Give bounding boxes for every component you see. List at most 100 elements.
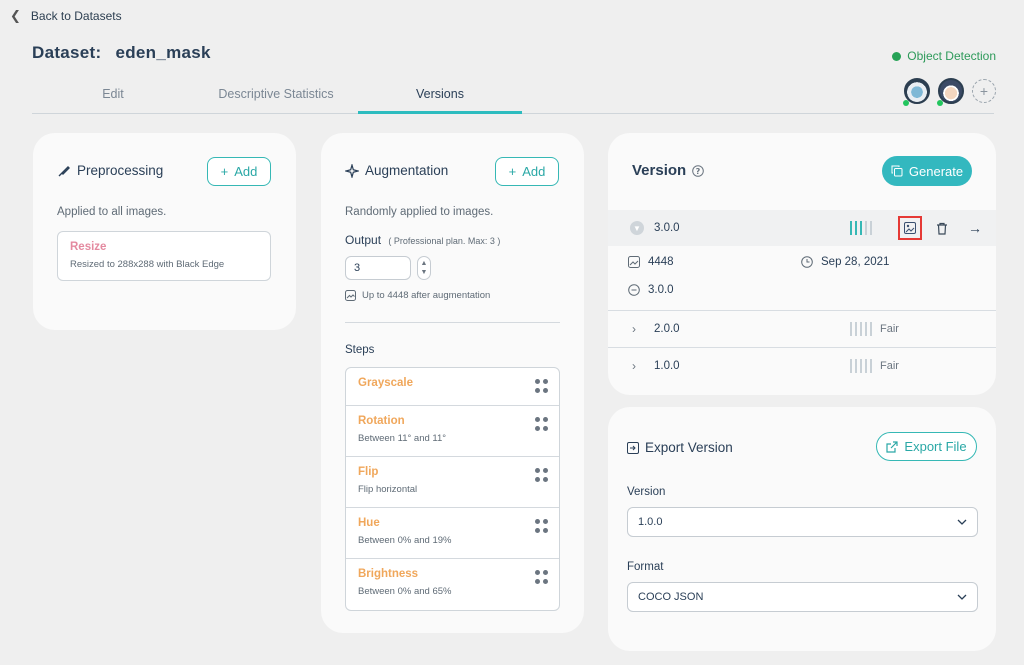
export-file-button[interactable]: Export File — [876, 432, 977, 461]
dataset-name: eden_mask — [115, 43, 211, 62]
step-grayscale[interactable]: Grayscale — [346, 368, 559, 406]
preprocessing-card: Preprocessing + Add Applied to all image… — [33, 133, 296, 330]
augmentation-card: Augmentation + Add Randomly applied to i… — [321, 133, 584, 633]
version-number: 3.0.0 — [654, 222, 680, 234]
step-name: Hue — [358, 517, 380, 529]
version-title: Version — [632, 162, 687, 179]
chevron-right-icon[interactable]: › — [632, 322, 636, 336]
image-grid-icon — [904, 222, 916, 234]
preprocessing-item-name: Resize — [70, 241, 107, 253]
drag-handle-icon[interactable] — [535, 519, 549, 533]
plus-icon: + — [508, 164, 517, 179]
format-select[interactable]: COCO JSON — [627, 582, 978, 612]
export-heading: Export Version — [627, 440, 733, 455]
drag-handle-icon[interactable] — [535, 379, 549, 393]
back-label: Back to Datasets — [30, 9, 122, 23]
step-desc: Between 0% and 19% — [358, 535, 452, 546]
help-icon[interactable]: ? — [692, 164, 705, 177]
format-select-label: Format — [627, 561, 664, 573]
online-indicator — [903, 100, 909, 106]
add-preprocessing-button[interactable]: + Add — [207, 157, 271, 186]
augmentation-heading: Augmentation — [345, 163, 448, 178]
clock-icon — [801, 256, 813, 268]
format-select-value: COCO JSON — [638, 591, 704, 603]
svg-text:?: ? — [696, 167, 701, 176]
version-number: 2.0.0 — [654, 322, 680, 335]
version-select[interactable]: 1.0.0 — [627, 507, 978, 537]
version-select-label: Version — [627, 486, 666, 498]
status-dot-icon — [892, 51, 902, 61]
step-brightness[interactable]: Brightness Between 0% and 65% — [346, 559, 559, 610]
title-label: Dataset: — [32, 43, 102, 62]
preprocessing-subtitle: Applied to all images. — [57, 206, 167, 218]
add-augmentation-button[interactable]: + Add — [495, 157, 559, 186]
base-version: 3.0.0 — [648, 284, 674, 296]
sparkle-icon — [345, 163, 359, 178]
add-augmentation-label: Add — [522, 164, 546, 179]
quality-bars — [850, 221, 872, 235]
version-icon — [628, 284, 640, 296]
external-link-icon — [886, 440, 899, 453]
divider — [345, 322, 560, 323]
drag-handle-icon[interactable] — [535, 468, 549, 482]
trash-icon[interactable] — [936, 222, 948, 235]
output-input[interactable]: 3 — [345, 256, 411, 280]
quality-label: Fair — [880, 322, 899, 335]
version-row-2[interactable]: › 2.0.0 Fair — [608, 310, 996, 346]
online-indicator — [937, 100, 943, 106]
tab-edit[interactable]: Edit — [32, 82, 194, 114]
preprocessing-item-desc: Resized to 288x288 with Black Edge — [70, 259, 225, 270]
preprocessing-item-resize[interactable]: Resize Resized to 288x288 with Black Edg… — [57, 231, 271, 281]
chevron-right-icon[interactable]: › — [632, 359, 636, 373]
copy-icon — [891, 165, 903, 177]
step-name: Flip — [358, 466, 379, 478]
export-file-label: Export File — [904, 439, 967, 454]
step-rotation[interactable]: Rotation Between 11° and 11° — [346, 406, 559, 457]
step-desc: Between 0% and 65% — [358, 586, 452, 597]
add-collaborator-button[interactable]: + — [972, 79, 996, 103]
step-desc: Flip horizontal — [358, 484, 418, 495]
augmentation-title: Augmentation — [365, 163, 449, 178]
plus-icon: + — [220, 164, 229, 179]
brush-icon — [57, 164, 71, 178]
chevron-down-icon — [957, 594, 967, 600]
export-title: Export Version — [645, 440, 733, 455]
steps-label: Steps — [345, 344, 375, 356]
step-hue[interactable]: Hue Between 0% and 19% — [346, 508, 559, 559]
version-row-3[interactable]: ▼ 3.0.0 → — [608, 210, 996, 246]
chevron-down-icon[interactable]: ▼ — [630, 221, 644, 235]
chevron-down-icon[interactable]: ▼ — [421, 268, 428, 277]
avatar[interactable] — [937, 78, 964, 106]
augmentation-note-text: Up to 4448 after augmentation — [362, 290, 491, 301]
drag-handle-icon[interactable] — [535, 417, 549, 431]
back-to-datasets-link[interactable]: ❮ Back to Datasets — [10, 8, 122, 24]
augmentation-note: Up to 4448 after augmentation — [345, 290, 490, 301]
output-stepper[interactable]: ▲ ▼ — [417, 256, 431, 280]
task-type-badge: Object Detection — [892, 49, 996, 63]
version-number: 1.0.0 — [654, 359, 680, 372]
avatar[interactable] — [903, 78, 930, 106]
add-preprocessing-label: Add — [234, 164, 258, 179]
tab-versions[interactable]: Versions — [358, 82, 522, 114]
step-name: Grayscale — [358, 377, 413, 389]
quality-label: Fair — [880, 359, 899, 372]
version-select-value: 1.0.0 — [638, 516, 663, 528]
arrow-right-icon[interactable]: → — [968, 220, 982, 236]
image-icon — [345, 290, 356, 301]
step-flip[interactable]: Flip Flip horizontal — [346, 457, 559, 508]
step-name: Rotation — [358, 415, 405, 427]
tab-descriptive-statistics[interactable]: Descriptive Statistics — [194, 82, 358, 114]
chevron-up-icon[interactable]: ▲ — [421, 259, 428, 268]
generate-button[interactable]: Generate — [882, 156, 972, 186]
step-desc: Between 11° and 11° — [358, 433, 447, 444]
preprocessing-title: Preprocessing — [77, 163, 164, 178]
task-type-label: Object Detection — [907, 49, 996, 63]
export-icon — [627, 441, 639, 454]
version-row-1[interactable]: › 1.0.0 Fair — [608, 347, 996, 383]
dataset-preview-button[interactable] — [898, 216, 922, 240]
chevron-left-icon: ❮ — [10, 8, 21, 23]
drag-handle-icon[interactable] — [535, 570, 549, 584]
created-date: Sep 28, 2021 — [821, 256, 890, 268]
output-hint: ( Professional plan. Max: 3 ) — [388, 236, 501, 246]
preprocessing-heading: Preprocessing — [57, 163, 163, 178]
